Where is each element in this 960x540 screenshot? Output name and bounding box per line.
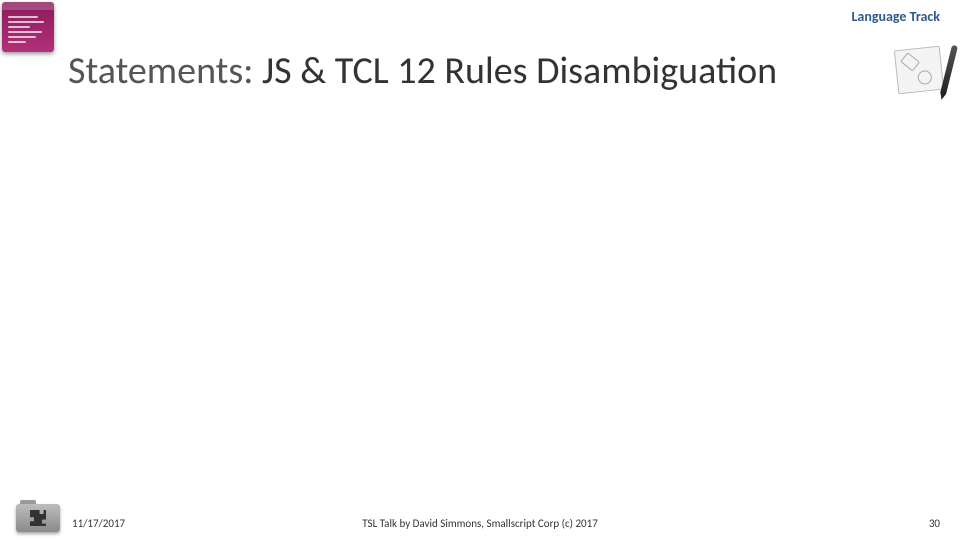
title-prefix: Statements:	[68, 48, 253, 94]
page-title: Statements: JS & TCL 12 Rules Disambigua…	[68, 48, 777, 94]
footer-page-number: 30	[929, 517, 940, 530]
design-pen-icon	[894, 42, 950, 98]
footer-center: TSL Talk by David Simmons, Smallscript C…	[362, 517, 598, 530]
track-label: Language Track	[852, 8, 940, 25]
terminal-icon	[2, 2, 54, 52]
title-rest: JS & TCL 12 Rules Disambiguation	[253, 48, 777, 94]
footer-date: 11/17/2017	[72, 517, 125, 530]
footer: 11/17/2017 TSL Talk by David Simmons, Sm…	[0, 510, 960, 530]
